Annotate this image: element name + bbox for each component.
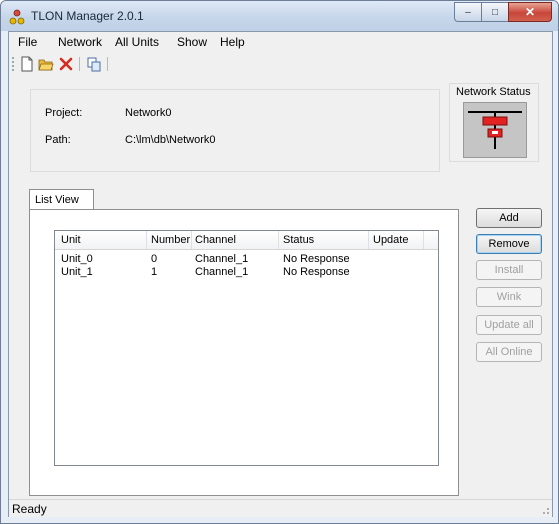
column-header-update[interactable]: Update <box>373 234 408 246</box>
menu-show[interactable]: Show <box>177 35 207 49</box>
network-status-title: Network Status <box>456 86 531 98</box>
column-separator[interactable] <box>146 231 147 249</box>
caption-buttons: – □ ✕ <box>454 2 552 22</box>
path-value: C:\lm\db\Network0 <box>125 134 216 146</box>
column-separator[interactable] <box>368 231 369 249</box>
column-header-channel[interactable]: Channel <box>195 234 236 246</box>
remove-button[interactable]: Remove <box>476 234 542 254</box>
status-text: Ready <box>12 502 47 516</box>
column-header-unit[interactable]: Unit <box>61 234 81 246</box>
tab-list-view-label: List View <box>35 194 79 206</box>
minimize-button[interactable]: – <box>454 2 481 22</box>
project-info-panel: Project: Network0 Path: C:\lm\db\Network… <box>30 89 440 172</box>
delete-icon[interactable] <box>58 56 74 72</box>
status-bar: Ready <box>9 499 552 517</box>
units-list-view[interactable]: Unit Number Channel Status Update Unit_0… <box>54 230 439 466</box>
table-row[interactable]: Unit_0 0 Channel_1 No Response <box>55 253 438 267</box>
resize-grip-icon[interactable] <box>540 505 550 515</box>
cell-number: 1 <box>151 266 158 278</box>
menu-network[interactable]: Network <box>58 35 102 49</box>
cell-status: No Response <box>283 266 350 278</box>
list-view-tab-page: Unit Number Channel Status Update Unit_0… <box>29 209 459 496</box>
update-all-button[interactable]: Update all <box>476 315 542 335</box>
toolbar-separator <box>107 57 108 71</box>
cell-channel: Channel_1 <box>195 253 249 265</box>
column-separator[interactable] <box>278 231 279 249</box>
minimize-icon: – <box>465 6 471 18</box>
toolbar-separator <box>79 57 80 71</box>
cell-unit: Unit_0 <box>61 253 93 265</box>
column-header-number[interactable]: Number <box>151 234 190 246</box>
all-online-button[interactable]: All Online <box>476 342 542 362</box>
network-status-panel: Network Status <box>449 83 539 162</box>
title-bar[interactable]: TLON Manager 2.0.1 – □ ✕ <box>1 1 558 31</box>
close-icon: ✕ <box>524 5 536 19</box>
column-header-status[interactable]: Status <box>283 234 314 246</box>
project-value: Network0 <box>125 107 172 119</box>
cell-number: 0 <box>151 253 158 265</box>
table-row[interactable]: Unit_1 1 Channel_1 No Response <box>55 266 438 280</box>
menu-help[interactable]: Help <box>220 35 245 49</box>
column-separator[interactable] <box>423 231 424 249</box>
network-status-indicator <box>463 102 527 158</box>
open-folder-icon[interactable] <box>38 56 54 72</box>
new-document-icon[interactable] <box>19 56 35 72</box>
menu-all-units[interactable]: All Units <box>115 35 159 49</box>
network-node-icon <box>468 111 522 149</box>
window-title: TLON Manager 2.0.1 <box>31 9 144 23</box>
close-button[interactable]: ✕ <box>508 2 552 22</box>
client-area: File Network All Units Show Help Project… <box>8 31 553 517</box>
tab-list-view[interactable]: List View <box>29 189 94 210</box>
column-separator[interactable] <box>191 231 192 249</box>
project-label: Project: <box>45 107 83 119</box>
menu-file[interactable]: File <box>18 35 37 49</box>
toolbar <box>9 54 552 74</box>
app-window: TLON Manager 2.0.1 – □ ✕ File Network Al… <box>0 0 559 524</box>
cell-unit: Unit_1 <box>61 266 93 278</box>
maximize-icon: □ <box>491 6 499 18</box>
network-app-icon <box>9 9 25 25</box>
toolbar-grip[interactable] <box>12 57 16 71</box>
menu-bar: File Network All Units Show Help <box>9 32 552 52</box>
copy-icon[interactable] <box>86 56 102 72</box>
wink-button[interactable]: Wink <box>476 287 542 307</box>
maximize-button[interactable]: □ <box>481 2 508 22</box>
install-button[interactable]: Install <box>476 260 542 280</box>
list-header: Unit Number Channel Status Update <box>55 231 438 250</box>
cell-status: No Response <box>283 253 350 265</box>
add-button[interactable]: Add <box>476 208 542 228</box>
path-label: Path: <box>45 134 71 146</box>
cell-channel: Channel_1 <box>195 266 249 278</box>
